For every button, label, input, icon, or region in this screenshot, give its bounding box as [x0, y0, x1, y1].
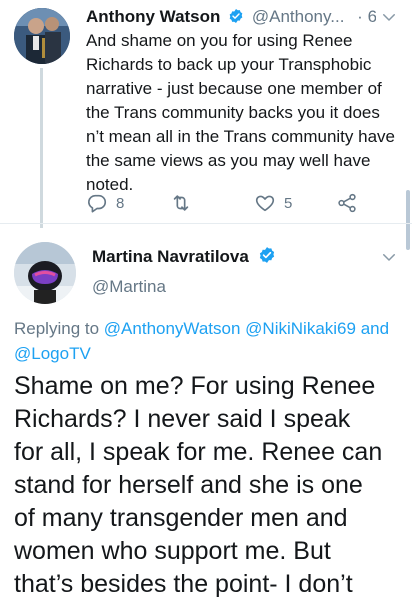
like-button[interactable]: 5	[254, 190, 292, 216]
main-tweet[interactable]: Martina Navratilova @Martina Replying to…	[0, 224, 412, 600]
author-name[interactable]: Martina Navratilova	[92, 247, 249, 266]
text-line: Shame on me? For using Renee	[14, 372, 376, 400]
like-count: 5	[284, 194, 293, 212]
reply-icon	[87, 194, 107, 213]
text-line: the same views as you may well have	[86, 151, 371, 170]
reply-count: 8	[116, 194, 125, 212]
chevron-down-icon[interactable]	[380, 248, 398, 266]
text-line: n’t mean all in the Trans community have	[86, 127, 395, 146]
retweet-button[interactable]	[170, 190, 200, 216]
mention-and: and	[360, 319, 390, 338]
text-line: Richards to back up your Transphobic	[86, 55, 372, 74]
reply-tweet[interactable]: Anthony Watson @Anthony... · 6h And sham…	[0, 0, 412, 228]
reply-tweet-text: And shame on you for using Renee Richard…	[86, 29, 398, 197]
avatar[interactable]	[14, 8, 70, 64]
replying-to-label: Replying to	[14, 319, 100, 338]
mention-link[interactable]: @AnthonyWatson	[104, 319, 241, 338]
mention-link[interactable]: @NikiNikaki69	[245, 319, 356, 338]
author-handle[interactable]: @Anthony...	[252, 7, 345, 26]
text-line: that’s besides the point- I don’t	[14, 570, 353, 598]
text-line: And shame on you for using Renee	[86, 31, 353, 50]
avatar[interactable]	[14, 242, 76, 304]
verified-badge-icon	[259, 247, 274, 263]
retweet-icon	[173, 195, 189, 211]
text-line: for all, I speak for me. Renee can	[14, 438, 383, 466]
text-line: of many transgender men and	[14, 504, 348, 532]
heart-icon	[255, 195, 275, 212]
tweet-actions: 8 5	[86, 190, 386, 218]
verified-badge-icon	[229, 9, 243, 23]
text-line: Richards? I never said I speak	[14, 405, 351, 433]
main-tweet-text: Shame on me? For using Renee Richards? I…	[14, 370, 406, 600]
chevron-down-icon[interactable]	[380, 8, 398, 26]
reply-tweet-header: Anthony Watson @Anthony... · 6h	[86, 6, 376, 28]
mention-link[interactable]: @LogoTV	[14, 344, 91, 363]
text-line: women who support me. But	[14, 537, 331, 565]
share-button[interactable]	[336, 190, 358, 216]
replying-to: Replying to @AnthonyWatson @NikiNikaki69…	[14, 316, 404, 366]
reply-button[interactable]: 8	[86, 190, 124, 216]
separator-dot: ·	[357, 7, 363, 26]
thread-line	[40, 68, 43, 228]
share-icon	[338, 193, 356, 213]
text-line: the Trans community backs you it does	[86, 103, 380, 122]
tweet-time[interactable]: 6h	[368, 7, 376, 26]
author-name[interactable]: Anthony Watson	[86, 7, 220, 26]
text-line: stand for herself and she is one	[14, 471, 363, 499]
text-line: narrative - just because one member of	[86, 79, 382, 98]
author-handle[interactable]: @Martina	[92, 276, 166, 298]
author-name-row: Martina Navratilova	[92, 246, 279, 268]
